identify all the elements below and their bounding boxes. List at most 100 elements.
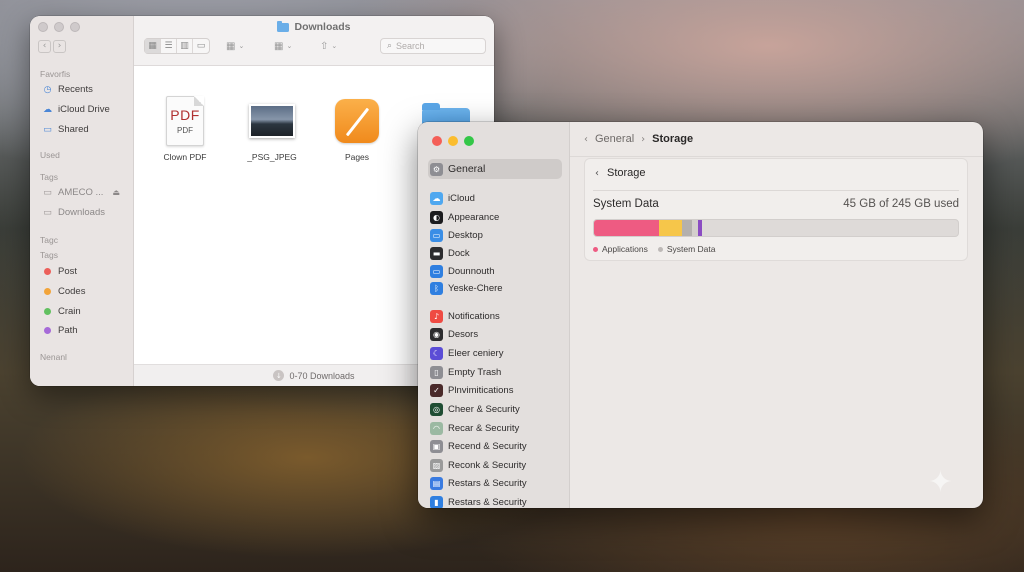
sidebar-item-appearance[interactable]: ◐ Appearance xyxy=(428,208,562,226)
sidebar-item-dounnouth[interactable]: ▭ Dounnouth xyxy=(428,262,562,280)
sidebar-item-icloud-drive[interactable]: ☁ iCloud Drive xyxy=(42,104,110,115)
sidebar-item-label: Recents xyxy=(58,84,93,95)
eject-icon[interactable]: ⏏ xyxy=(112,188,120,197)
header-divider xyxy=(570,156,983,157)
minimize-button[interactable] xyxy=(54,22,64,32)
breadcrumb-parent[interactable]: General xyxy=(595,133,634,145)
storage-segment-2 xyxy=(682,220,692,236)
search-field[interactable]: ⌕ Search xyxy=(380,38,486,54)
icon-view-button[interactable]: ▦ xyxy=(145,39,161,53)
sidebar-item-label: Recend & Security xyxy=(448,440,527,452)
file-name: Pages xyxy=(344,152,370,162)
gallery-view-button[interactable]: ▭ xyxy=(193,39,209,53)
orange-tag-dot xyxy=(44,288,51,295)
view-mode-control: ▦ ☰ ▥ ▭ xyxy=(144,38,210,54)
sidebar-tag-post[interactable]: Post xyxy=(42,266,77,277)
search-icon: ⌕ xyxy=(387,41,393,51)
back-button[interactable]: ‹ xyxy=(38,40,51,53)
downloads-status-icon: ↓ xyxy=(273,370,285,381)
sound-icon: ◉ xyxy=(430,327,443,341)
column-view-button[interactable]: ▥ xyxy=(177,39,193,53)
sidebar-item-label: Dock xyxy=(448,247,470,259)
image-thumbnail-icon xyxy=(249,104,295,138)
close-button[interactable] xyxy=(38,22,48,32)
sidebar-tag-codes[interactable]: Codes xyxy=(42,286,85,297)
sidebar-item-notifications[interactable]: ♪ Notifications xyxy=(428,307,562,325)
zoom-button[interactable] xyxy=(464,136,474,146)
sidebar-item-label: Eleer ceniery xyxy=(448,347,504,359)
back-chevron-icon[interactable]: ‹ xyxy=(584,134,588,145)
action-button[interactable]: ▦ ⌄ xyxy=(274,38,292,54)
green-tag-dot xyxy=(44,308,51,315)
sidebar-item-label: Crain xyxy=(58,306,81,317)
legend-label: System Data xyxy=(666,244,716,254)
cloud-icon: ☁ xyxy=(430,191,443,205)
sidebar-section-tags-2: Tags xyxy=(40,250,58,260)
bluetooth-icon: ᛒ xyxy=(430,281,443,295)
sidebar-item-restars-security[interactable]: ▤ Restars & Security xyxy=(428,474,562,492)
pdf-badge-small: PDF xyxy=(177,126,193,135)
sidebar-tag-crain[interactable]: Crain xyxy=(42,306,81,317)
storage-card-title: Storage xyxy=(607,167,646,179)
sidebar-item-recar-security[interactable]: ◠ Recar & Security xyxy=(428,419,562,437)
breadcrumb-current: Storage xyxy=(652,133,694,145)
sidebar-item-icloud[interactable]: ☁ iCloud xyxy=(428,189,562,207)
sidebar-item-cheer-security[interactable]: ◎ Cheer & Security xyxy=(428,400,562,418)
storage-back-button[interactable]: ‹ Storage xyxy=(595,167,646,179)
screensaver-icon: ▤ xyxy=(430,476,443,490)
storage-segment-1 xyxy=(658,220,683,236)
gear-icon: ⚙ xyxy=(430,162,443,176)
sidebar-item-label: Yeske-Chere xyxy=(448,282,503,294)
shield-icon: ◎ xyxy=(430,402,443,416)
file-name: Clown PDF xyxy=(163,152,207,162)
close-button[interactable] xyxy=(432,136,442,146)
group-by-button[interactable]: ▦ ⌄ xyxy=(226,38,244,54)
sidebar-item-recents[interactable]: ◷ Recents xyxy=(42,84,93,95)
sidebar-item-label: Empty Trash xyxy=(448,366,502,378)
shared-folder-icon: ▭ xyxy=(43,124,52,135)
storage-card: ‹ Storage System Data 45 GB of 245 GB us… xyxy=(584,158,968,261)
forward-button[interactable]: › xyxy=(53,40,66,53)
sidebar-item-general[interactable]: ⚙ General xyxy=(428,159,562,179)
legend-item-applications: Applications xyxy=(593,244,648,254)
sidebar-item-dock[interactable]: ▬ Dock xyxy=(428,244,562,262)
red-tag-dot xyxy=(44,268,51,275)
sidebar-item-empty-trash[interactable]: ▯ Empty Trash xyxy=(428,363,562,381)
file-item-clown-pdf[interactable]: PDF PDF Clown PDF xyxy=(145,96,225,162)
sidebar-item-plnvimitications[interactable]: ✓ Plnvimitications xyxy=(428,381,562,399)
action-icon: ▦ xyxy=(274,40,284,52)
sidebar-item-eleer-ceniery[interactable]: ☾ Eleer ceniery xyxy=(428,344,562,362)
pdf-badge-large: PDF xyxy=(170,107,200,123)
sidebar-item-reconk-security[interactable]: ▨ Reconk & Security xyxy=(428,456,562,474)
file-item-psg-jpeg[interactable]: _PSG_JPEG xyxy=(232,96,312,162)
sidebar-item-desktop[interactable]: ▭ Desktop xyxy=(428,226,562,244)
card-divider xyxy=(593,190,959,191)
sidebar-item-desors[interactable]: ◉ Desors xyxy=(428,325,562,343)
window-title: Downloads xyxy=(134,20,494,33)
sidebar-item-ameco[interactable]: ▭ AMECO ... ⏏ xyxy=(42,187,120,198)
sidebar-tag-path[interactable]: Path xyxy=(42,325,78,336)
file-item-pages[interactable]: Pages xyxy=(317,96,397,162)
storage-legend: Applications System Data xyxy=(593,244,716,254)
pages-app-icon xyxy=(335,99,379,143)
sidebar-item-downloads[interactable]: ▭ Downloads xyxy=(42,207,105,218)
sidebar-item-yeske-chere[interactable]: ᛒ Yeske-Chere xyxy=(428,279,562,297)
display-icon: ▭ xyxy=(430,264,443,278)
focus-icon: ☾ xyxy=(430,346,443,360)
chevron-right-icon: › xyxy=(641,133,646,145)
cloud-icon: ☁ xyxy=(43,104,52,115)
sidebar-item-shared[interactable]: ▭ Shared xyxy=(42,124,88,135)
sidebar-section-tags: Tags xyxy=(40,172,58,182)
clock-icon: ◷ xyxy=(43,84,52,95)
sidebar-item-label: Reconk & Security xyxy=(448,459,527,471)
legend-dot-system-data xyxy=(657,246,663,252)
sidebar-item-label: Restars & Security xyxy=(448,477,527,489)
minimize-button[interactable] xyxy=(448,136,458,146)
trash-icon: ▯ xyxy=(430,365,443,379)
zoom-button[interactable] xyxy=(70,22,80,32)
list-view-button[interactable]: ☰ xyxy=(161,39,177,53)
share-button[interactable]: ⇧ ⌄ xyxy=(320,38,337,54)
chevron-down-icon: ⌄ xyxy=(286,42,293,50)
sidebar-item-restars-security-2[interactable]: ▮ Restars & Security xyxy=(428,493,562,508)
sidebar-item-recend-security[interactable]: ▣ Recend & Security xyxy=(428,437,562,455)
